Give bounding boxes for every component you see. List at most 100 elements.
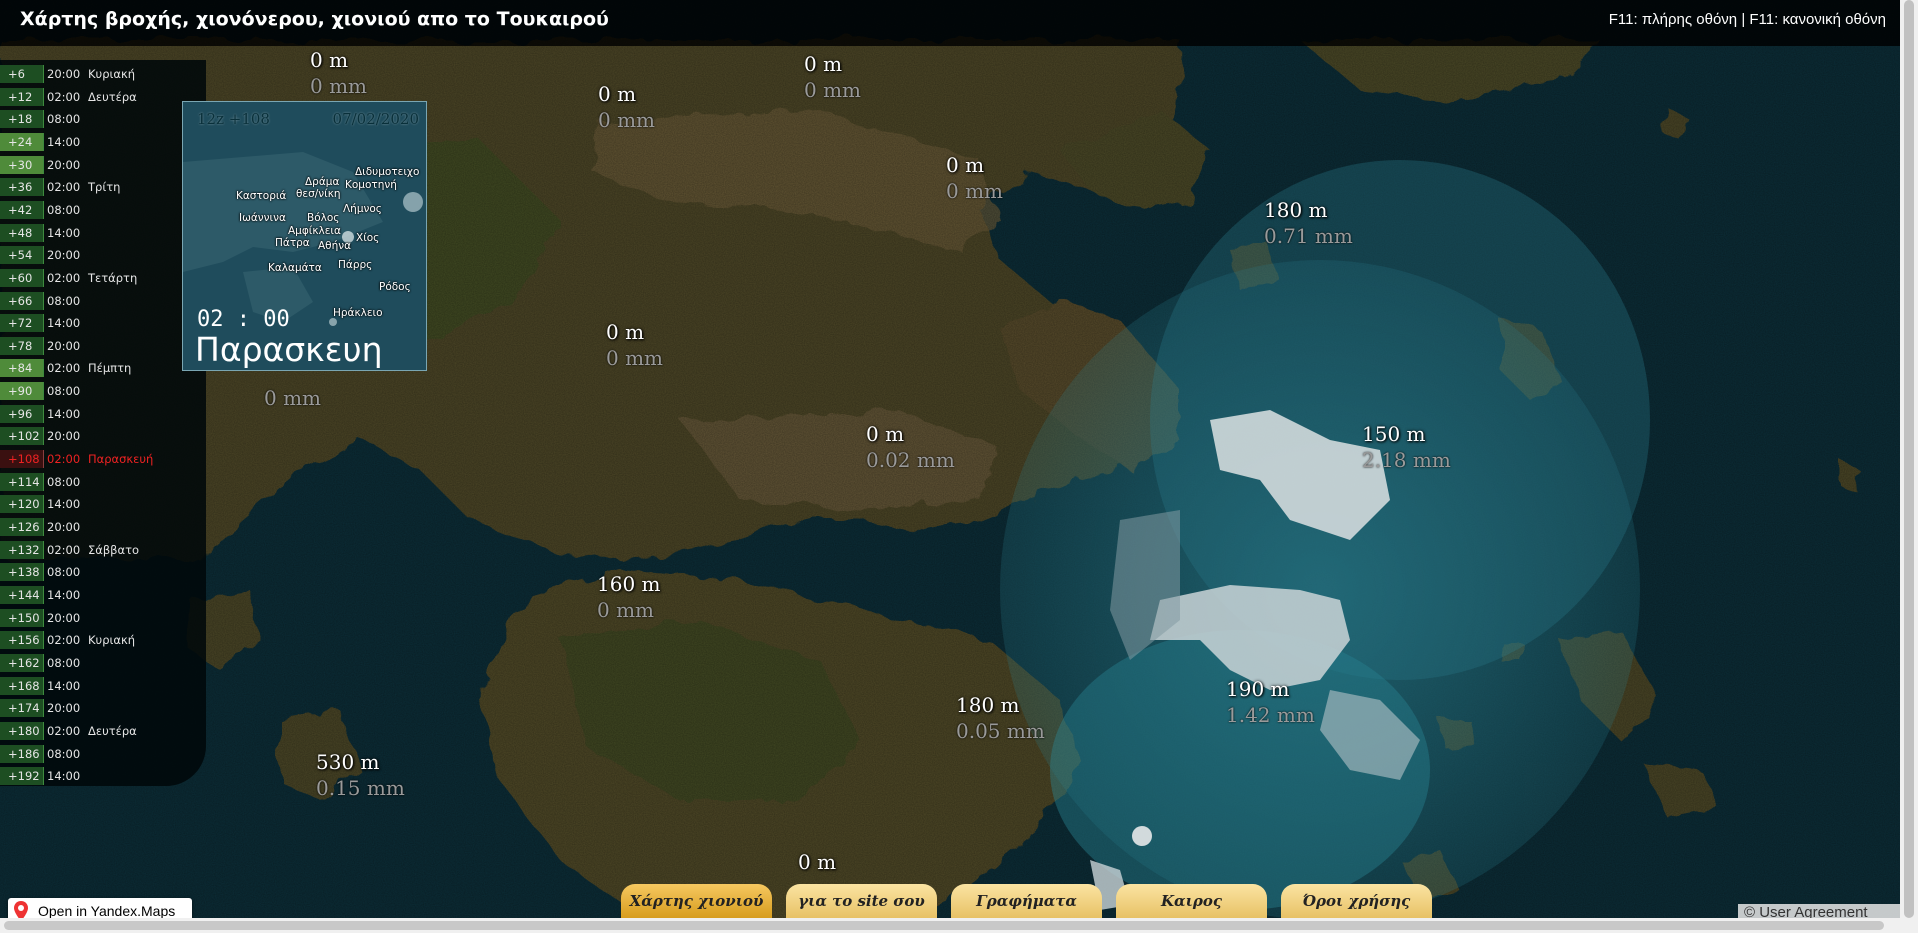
inset-city: Διδυμοτειχο (355, 166, 420, 178)
timeline-day: Σάββατο (88, 542, 140, 557)
timeline-row[interactable]: +114 08:00 (0, 471, 206, 493)
timeline-time: 02:00 (47, 452, 81, 467)
page-title: Χάρτης βροχής, χιονόνερου, χιονιού απο τ… (20, 8, 609, 30)
timeline-time: 08:00 (47, 202, 81, 217)
nav-weather[interactable]: Καιρος (1116, 884, 1267, 920)
timeline-row[interactable]: +24 14:00 (0, 131, 206, 153)
timeline-row[interactable]: +36 02:00 Τρίτη (0, 176, 206, 198)
map-label-altitude: 0 m (798, 850, 837, 874)
timeline-row[interactable]: +12 02:00 Δευτέρα (0, 86, 206, 108)
timeline-row[interactable]: +162 08:00 (0, 652, 206, 674)
timeline-time: 08:00 (47, 112, 81, 127)
horizontal-scrollbar[interactable] (0, 918, 1918, 933)
nav-for-your-site[interactable]: για το site σου (786, 884, 937, 920)
timeline-row[interactable]: +96 14:00 (0, 403, 206, 425)
timeline-row[interactable]: +18 08:00 (0, 108, 206, 130)
map-label-altitude: 0 m (598, 82, 637, 106)
timeline-offset: +6 (0, 65, 44, 83)
map-label-3: 0 m0 mm (598, 84, 655, 130)
timeline-offset: +180 (0, 721, 44, 740)
map-label-precip: 2.18 mm (1362, 448, 1451, 472)
timeline-row[interactable]: +150 20:00 (0, 607, 206, 629)
timeline-row[interactable]: +48 14:00 (0, 222, 206, 244)
timeline-row[interactable]: +66 08:00 (0, 290, 206, 312)
inset-run: 12z +108 (197, 110, 270, 128)
map-label-altitude: 150 m (1362, 422, 1426, 446)
timeline-offset: +102 (0, 427, 44, 446)
map-label-12: 180 m 0.05 mm (956, 695, 1045, 741)
timeline-row[interactable]: +84 02:00 Πέμπτη (0, 357, 206, 379)
inset-city: Καλαμάτα (268, 262, 322, 274)
map-label-9: 150 m 2.18 mm (1362, 424, 1451, 470)
timeline-day: Κυριακή (88, 67, 136, 81)
timeline-time: 20:00 (47, 520, 81, 534)
timeline-offset: +126 (0, 518, 44, 536)
timeline-time: 20:00 (47, 701, 81, 716)
timeline-row[interactable]: +174 20:00 (0, 697, 206, 719)
timeline-row[interactable]: +168 14:00 (0, 675, 206, 697)
inset-city: Λήμνος (343, 203, 382, 215)
timeline-offset: +162 (0, 653, 44, 672)
timeline-offset: +120 (0, 495, 44, 514)
timeline-offset: +114 (0, 472, 44, 491)
timeline-offset: +192 (0, 767, 44, 786)
timeline-row[interactable]: +120 14:00 (0, 493, 206, 515)
timeline-row[interactable]: +138 08:00 (0, 561, 206, 583)
header-bar: Χάρτης βροχής, χιονόνερου, χιονιού απο τ… (0, 0, 1900, 46)
timeline-row[interactable]: +126 20:00 (0, 516, 206, 538)
timeline-row[interactable]: +54 20:00 (0, 244, 206, 266)
timeline-offset: +84 (0, 359, 44, 378)
map-label-precip: 0 mm (264, 386, 322, 410)
timeline-offset: +168 (0, 676, 44, 695)
timeline-row[interactable]: +144 14:00 (0, 584, 206, 606)
timeline-day: Τετάρτη (88, 270, 138, 285)
timeline-row[interactable]: +42 08:00 (0, 199, 206, 221)
nav-snow-map[interactable]: Χάρτης χιονιού (621, 884, 772, 920)
map-label-precip: 0 mm (606, 346, 664, 370)
timeline-row[interactable]: +78 20:00 (0, 335, 206, 357)
map-label-altitude: 0 m (866, 422, 905, 446)
timeline-row[interactable]: +180 02:00 Δευτέρα (0, 720, 206, 742)
vertical-scrollbar-thumb[interactable] (1904, 0, 1914, 918)
timeline-row[interactable]: +90 08:00 (0, 380, 206, 402)
timeline-offset: +186 (0, 744, 44, 763)
map-label-altitude: 0 m (606, 320, 645, 344)
inset-city: Αμφίκλεια (288, 225, 341, 237)
nav-charts[interactable]: Γραφήματα (951, 884, 1102, 920)
timeline-time: 14:00 (47, 587, 81, 602)
timeline-time: 20:00 (47, 67, 81, 81)
nav-terms[interactable]: Όροι χρήσης (1281, 884, 1432, 920)
timeline-offset: +108 (0, 450, 44, 469)
timeline-offset: +18 (0, 110, 44, 129)
timeline-row[interactable]: +132 02:00 Σάββατο (0, 539, 206, 561)
inset-city: Χίος (356, 232, 380, 244)
timeline-row[interactable]: +186 08:00 (0, 743, 206, 765)
timeline-day: Πέμπτη (88, 361, 132, 376)
timeline-offset: +12 (0, 87, 44, 106)
timeline-time: 02:00 (47, 180, 81, 195)
vertical-scrollbar[interactable] (1900, 0, 1918, 918)
horizontal-scrollbar-thumb[interactable] (4, 921, 1884, 930)
timeline-offset: +48 (0, 223, 44, 242)
timeline-row[interactable]: +192 14:00 (0, 765, 206, 787)
timeline-row[interactable]: +60 02:00 Τετάρτη (0, 267, 206, 289)
inset-date: 07/02/2020 (332, 110, 419, 128)
inset-day: Παρασκευη (195, 330, 383, 369)
timeline-row[interactable]: +6 20:00 Κυριακή (0, 63, 206, 85)
timeline-offset: +66 (0, 291, 44, 310)
timeline-time: 08:00 (47, 655, 81, 670)
timeline-row[interactable]: +30 20:00 (0, 154, 206, 176)
inset-city: Κομοτηνή (345, 179, 397, 191)
inset-city: Πάρρς (338, 259, 373, 271)
timeline-row[interactable]: +156 02:00 Κυριακή (0, 629, 206, 651)
map-label-altitude: 180 m (1264, 198, 1328, 222)
timeline-time: 02:00 (47, 723, 81, 738)
timeline-row[interactable]: +108 02:00 Παρασκευή (0, 448, 206, 470)
timeline-row[interactable]: +72 14:00 (0, 312, 206, 334)
timeline-day: Δευτέρα (88, 723, 137, 738)
timeline-row[interactable]: +102 20:00 (0, 425, 206, 447)
map-label-10: 160 m0 mm (597, 574, 661, 620)
map-label-7: 0 mm (264, 382, 321, 408)
timeline-time: 02:00 (47, 361, 81, 376)
map-label-precip: 0 mm (946, 179, 1004, 203)
